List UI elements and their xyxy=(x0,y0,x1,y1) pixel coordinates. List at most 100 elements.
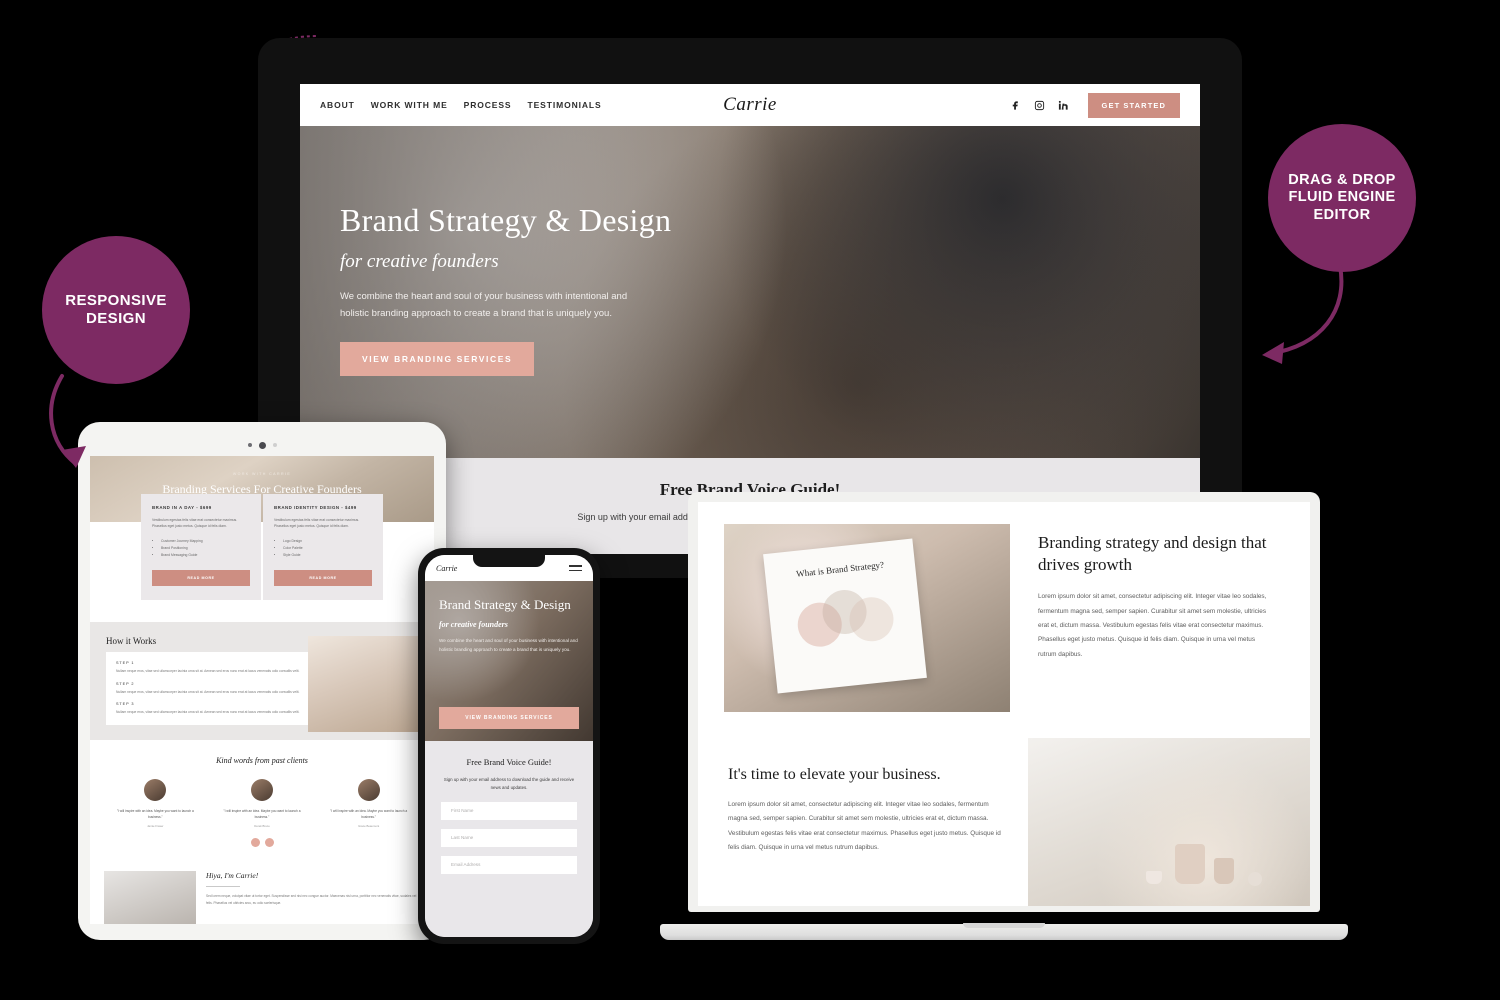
carousel-controls xyxy=(90,838,434,848)
service-card-list: Customer Journey Mapping Brand Positioni… xyxy=(161,538,250,559)
venn-diagram-icon xyxy=(795,585,897,653)
testimonial-quote: "I will inspire with an idea. Maybe you … xyxy=(116,809,194,820)
drag-drop-editor-badge: DRAG & DROP FLUID ENGINE EDITOR xyxy=(1268,124,1416,272)
email-address-input[interactable]: Email Address xyxy=(441,855,577,874)
get-started-button[interactable]: GET STARTED xyxy=(1087,92,1180,118)
laptop-section-one-title: Branding strategy and design that drives… xyxy=(1038,533,1267,575)
service-card-button[interactable]: READ MORE xyxy=(152,570,250,587)
vase-graphic xyxy=(1174,844,1205,884)
phone-hero-title: Brand Strategy & Design xyxy=(439,597,571,612)
phone-screen: Carrie Brand Strategy & Design for creat… xyxy=(425,555,593,937)
badge-right-arrow xyxy=(1262,264,1344,364)
sphere-graphic xyxy=(1247,872,1262,886)
step-label: STEP 2 xyxy=(116,681,135,686)
service-card[interactable]: BRAND IDENTITY DESIGN - $499 Vestibulum … xyxy=(263,494,383,601)
testimonials-section: Kind words from past clients "I will ins… xyxy=(90,740,434,861)
testimonial-item: "I will inspire with an idea. Maybe you … xyxy=(327,779,411,828)
about-body: Sed lorem neque, volutpat vitae ut torto… xyxy=(206,894,417,905)
step-label: STEP 1 xyxy=(116,661,135,666)
hero-body: We combine the heart and soul of your bu… xyxy=(340,291,628,319)
mockup-stage: ABOUT WORK WITH ME PROCESS TESTIMONIALS … xyxy=(0,0,1500,1000)
laptop-section-two-title: It's time to elevate your business. xyxy=(728,766,941,783)
nav-item-testimonials[interactable]: TESTIMONIALS xyxy=(528,100,602,110)
about-text: Hiya, I'm Carrie! Sed lorem neque, volut… xyxy=(206,871,420,924)
first-name-input[interactable]: First Name xyxy=(441,801,577,820)
brand-logo[interactable]: Carrie xyxy=(723,94,777,116)
nav-item-process[interactable]: PROCESS xyxy=(464,100,512,110)
service-card-body: Vestibulum egestas felis vitae erat cons… xyxy=(152,518,238,529)
linkedin-icon[interactable] xyxy=(1058,100,1069,111)
laptop-lid: What is Brand Strategy? Branding strateg… xyxy=(688,492,1320,912)
optin-title: Free Brand Voice Guide! xyxy=(466,757,552,767)
testimonial-quote: "I will inspire with an idea. Maybe you … xyxy=(330,809,408,820)
testimonials-title: Kind words from past clients xyxy=(216,756,308,766)
laptop-section-two: It's time to elevate your business. Lore… xyxy=(698,738,1310,906)
phone-device: Carrie Brand Strategy & Design for creat… xyxy=(418,548,600,944)
testimonial-quote: "I will inspire with an idea. Maybe you … xyxy=(223,809,301,820)
testimonial-name: Grace Beaumont xyxy=(358,824,380,829)
carousel-prev-button[interactable] xyxy=(250,838,260,848)
service-cards: BRAND IN A DAY - $699 Vestibulum egestas… xyxy=(90,494,434,601)
laptop-section-one-body: Lorem ipsum dolor sit amet, consectetur … xyxy=(1038,593,1267,658)
view-branding-services-button[interactable]: VIEW BRANDING SERVICES xyxy=(340,342,535,377)
step-body: Nullam neque eros, vitae sed ullamcorper… xyxy=(116,669,300,674)
service-card-body: Vestibulum egestas felis vitae erat cons… xyxy=(274,518,360,529)
hero-subtitle: for creative founders xyxy=(340,251,499,272)
tablet-device: WORK WITH CARRIE Branding Services For C… xyxy=(78,422,446,940)
divider xyxy=(206,886,240,888)
laptop-screen: What is Brand Strategy? Branding strateg… xyxy=(698,502,1310,906)
laptop-section-two-body: Lorem ipsum dolor sit amet, consectetur … xyxy=(728,801,1001,852)
list-item: Logo Design xyxy=(283,538,372,545)
service-card-title: BRAND IDENTITY DESIGN - $499 xyxy=(274,505,357,510)
nav-item-work-with-me[interactable]: WORK WITH ME xyxy=(371,100,448,110)
hero-section: Brand Strategy & Design for creative fou… xyxy=(300,126,1200,458)
laptop-device: What is Brand Strategy? Branding strateg… xyxy=(660,492,1348,940)
service-card-button[interactable]: READ MORE xyxy=(274,570,372,587)
clipboard-graphic: What is Brand Strategy? xyxy=(763,538,927,694)
testimonial-name: Derek Bruce xyxy=(254,824,270,829)
phone-hero: Brand Strategy & Design for creative fou… xyxy=(425,581,593,741)
responsive-design-badge: RESPONSIVE DESIGN xyxy=(42,236,190,384)
list-item: Style Guide xyxy=(283,552,372,559)
laptop-base-notch xyxy=(963,923,1045,928)
clipboard-title: What is Brand Strategy? xyxy=(795,559,885,579)
testimonials-list: "I will inspire with an idea. Maybe you … xyxy=(90,779,434,828)
how-it-works-photo xyxy=(308,636,420,733)
about-section: Hiya, I'm Carrie! Sed lorem neque, volut… xyxy=(90,861,434,924)
laptop-text-two: It's time to elevate your business. Lore… xyxy=(698,738,1028,906)
phone-notch xyxy=(473,555,545,567)
phone-optin-section: Free Brand Voice Guide! Sign up with you… xyxy=(425,741,593,937)
tablet-screen: WORK WITH CARRIE Branding Services For C… xyxy=(90,456,434,924)
hero-content: Brand Strategy & Design for creative fou… xyxy=(300,126,1200,377)
last-name-input[interactable]: Last Name xyxy=(441,828,577,847)
facebook-icon[interactable] xyxy=(1010,100,1021,111)
step-label: STEP 3 xyxy=(116,702,135,707)
service-card[interactable]: BRAND IN A DAY - $699 Vestibulum egestas… xyxy=(141,494,261,601)
nav-item-about[interactable]: ABOUT xyxy=(320,100,355,110)
avatar xyxy=(357,779,380,802)
cup-graphic xyxy=(1146,871,1163,884)
hamburger-menu-icon[interactable] xyxy=(569,562,582,574)
brand-logo[interactable]: Carrie xyxy=(436,564,457,573)
step-body: Nullam neque eros, vitae sed ullamcorper… xyxy=(116,710,300,715)
brand-strategy-photo: What is Brand Strategy? xyxy=(724,524,1010,712)
steps-panel: STEP 1 Nullam neque eros, vitae sed ulla… xyxy=(106,652,310,725)
small-vase-graphic xyxy=(1214,858,1235,884)
hero-title: Brand Strategy & Design xyxy=(340,202,672,238)
about-photo xyxy=(104,871,196,924)
avatar xyxy=(144,779,167,802)
instagram-icon[interactable] xyxy=(1034,100,1045,111)
about-title: Hiya, I'm Carrie! xyxy=(206,871,259,881)
service-card-list: Logo Design Color Palette Style Guide xyxy=(283,538,372,559)
step-body: Nullam neque eros, vitae sed ullamcorper… xyxy=(116,689,300,694)
testimonial-item: "I will inspire with an idea. Maybe you … xyxy=(113,779,197,828)
phone-hero-body: We combine the heart and soul of your bu… xyxy=(439,638,578,652)
laptop-text-one: Branding strategy and design that drives… xyxy=(1010,502,1310,712)
view-branding-services-button[interactable]: VIEW BRANDING SERVICES xyxy=(439,707,579,729)
phone-hero-subtitle: for creative founders xyxy=(439,620,508,630)
testimonial-name: Jamie Fraser xyxy=(147,824,164,829)
list-item: Brand Messaging Guide xyxy=(161,552,250,559)
elevate-business-photo xyxy=(1028,738,1310,906)
list-item: Brand Positioning xyxy=(161,545,250,552)
carousel-next-button[interactable] xyxy=(264,838,274,848)
